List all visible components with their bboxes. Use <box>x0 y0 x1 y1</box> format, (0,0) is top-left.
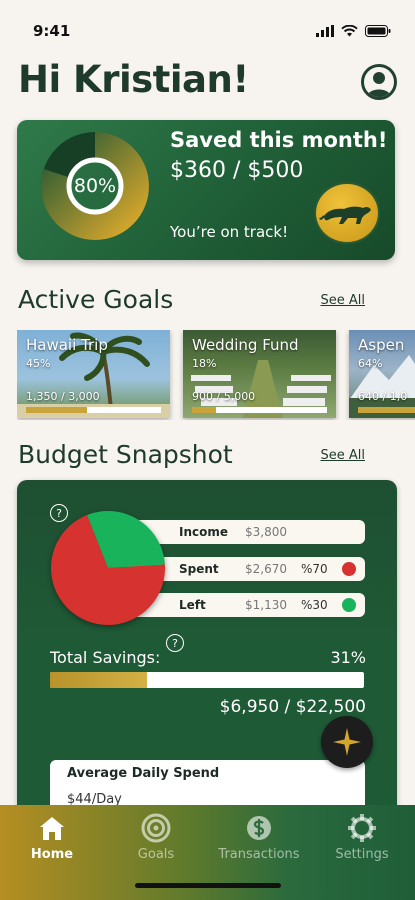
budget-pie-chart <box>50 511 165 625</box>
home-icon <box>40 817 64 840</box>
goal-percent: 45% <box>26 357 51 370</box>
goal-progress-bar <box>358 407 415 413</box>
row-value: $1,130 <box>245 598 287 612</box>
row-percent: %30 <box>301 598 328 612</box>
app-screen: 9:41 Hi Kristian! 80% Saved this month! … <box>0 0 415 900</box>
row-label: Income <box>179 525 229 539</box>
tab-goals[interactable]: Goals <box>106 813 206 862</box>
status-icons <box>316 25 391 37</box>
status-bar: 9:41 <box>33 20 391 42</box>
home-indicator <box>135 883 281 888</box>
savings-progress-label: 80% <box>73 175 117 197</box>
savings-help-icon[interactable]: ? <box>166 634 184 652</box>
goal-progress-bar <box>192 407 327 413</box>
hero-amount: $360 / $500 <box>170 158 304 183</box>
goal-progress-fill <box>26 407 87 413</box>
battery-icon <box>365 25 391 37</box>
goal-amount: 1,350 / 3,000 <box>26 390 100 403</box>
spent-dot <box>342 562 356 576</box>
tab-settings[interactable]: Settings <box>312 813 412 862</box>
wifi-icon <box>341 25 358 37</box>
goal-percent: 18% <box>192 357 217 370</box>
total-savings-percent: 31% <box>330 648 366 667</box>
budget-snapshot-title: Budget Snapshot <box>18 440 233 469</box>
target-icon <box>141 813 171 843</box>
add-button[interactable] <box>321 716 373 768</box>
tab-label: Settings <box>335 847 389 862</box>
tab-label: Transactions <box>218 847 300 862</box>
total-savings-bar <box>50 672 364 688</box>
goal-percent: 64% <box>358 357 383 370</box>
left-dot <box>342 598 356 612</box>
row-percent: %70 <box>301 562 328 576</box>
row-label: Left <box>179 598 206 612</box>
tab-transactions[interactable]: Transactions <box>208 813 310 862</box>
profile-button[interactable] <box>361 64 397 100</box>
money-icon <box>247 816 271 840</box>
total-savings-fill <box>50 672 148 688</box>
panther-icon <box>319 206 371 224</box>
goals-see-all-link[interactable]: See All <box>321 293 366 308</box>
status-time: 9:41 <box>33 22 71 40</box>
hero-title: Saved this month! <box>170 128 388 152</box>
user-icon <box>367 72 391 97</box>
goals-carousel[interactable]: Hawaii Trip 45% 1,350 / 3,000 Wedding Fu… <box>17 330 415 420</box>
goal-card-wedding[interactable]: Wedding Fund 18% 900 / 5,000 <box>183 330 336 418</box>
monthly-savings-card[interactable]: 80% Saved this month! $360 / $500 You’re… <box>17 120 395 260</box>
daily-spend-title: Average Daily Spend <box>67 766 220 781</box>
tab-label: Goals <box>137 847 175 862</box>
goal-progress-fill <box>358 407 415 413</box>
row-value: $2,670 <box>245 562 287 576</box>
row-label: Spent <box>179 562 219 576</box>
goal-name: Wedding Fund <box>192 336 299 354</box>
goal-card-hawaii[interactable]: Hawaii Trip 45% 1,350 / 3,000 <box>17 330 170 418</box>
hero-status: You’re on track! <box>170 223 289 241</box>
budget-see-all-link[interactable]: See All <box>321 448 366 463</box>
goal-progress-fill <box>192 407 217 413</box>
goal-card-aspen[interactable]: Aspen 64% 640 / 1,0 <box>349 330 415 418</box>
goal-amount: 900 / 5,000 <box>192 390 256 403</box>
goal-amount: 640 / 1,0 <box>358 390 408 403</box>
tab-label: Home <box>30 847 74 862</box>
goal-name: Hawaii Trip <box>26 336 108 354</box>
total-savings-amount: $6,950 / $22,500 <box>219 697 366 717</box>
panther-badge <box>314 182 380 244</box>
greeting-title: Hi Kristian! <box>18 58 249 101</box>
sparkle-plus-icon <box>333 728 361 756</box>
tab-home[interactable]: Home <box>2 813 102 862</box>
row-value: $3,800 <box>245 525 287 539</box>
goal-name: Aspen <box>358 336 405 354</box>
goal-progress-bar <box>26 407 161 413</box>
signal-icon <box>316 25 334 37</box>
active-goals-title: Active Goals <box>18 285 174 314</box>
total-savings-label: Total Savings: <box>50 648 161 667</box>
gear-icon <box>348 814 376 842</box>
